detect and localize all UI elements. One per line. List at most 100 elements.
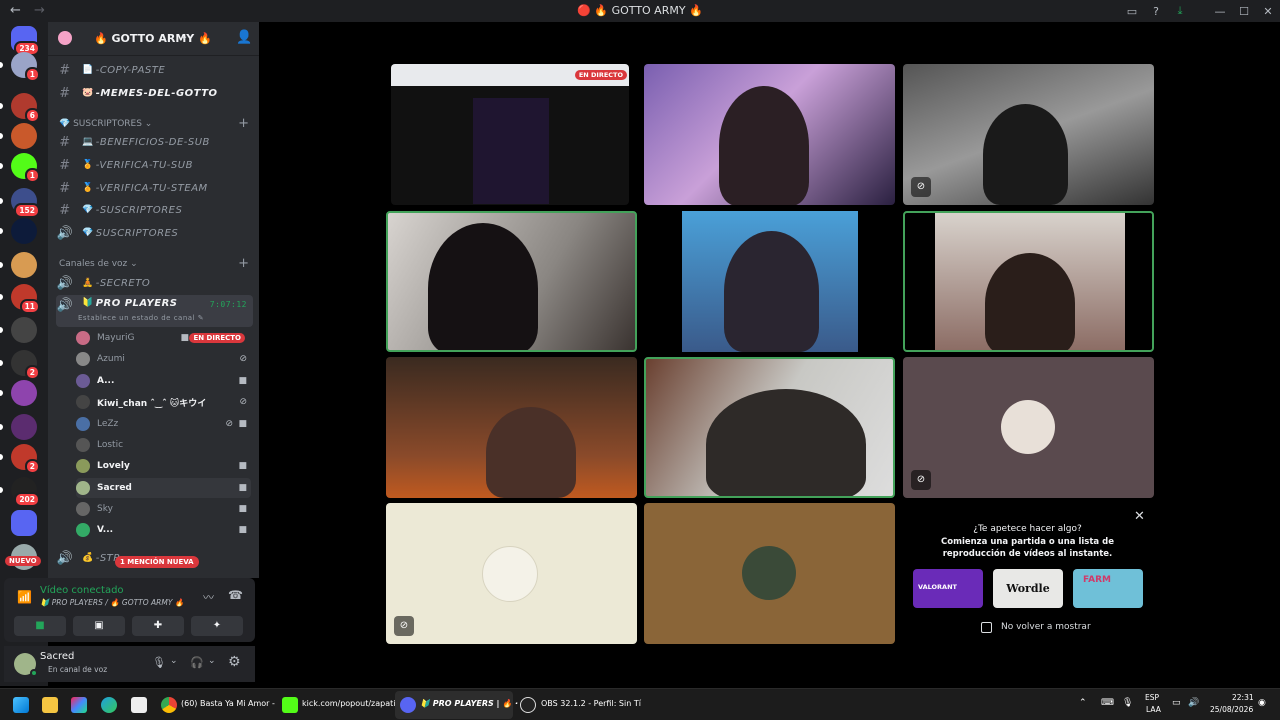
channel-subs-1[interactable]: # 🏅 -VERIFICA-TU-SUB [56,155,253,175]
activities-button[interactable]: ✚ [132,616,184,636]
signal-icon[interactable]: 📶 [17,590,32,604]
add-channel-icon[interactable]: + [238,256,249,271]
discord-icon[interactable] [400,697,416,713]
volume-icon[interactable]: 🔊 [1188,698,1199,708]
category-voice[interactable]: Canales de voz ⌄ + [59,256,249,271]
language-region[interactable]: LAA [1146,705,1161,714]
server-icon-server-folder[interactable] [11,510,37,536]
video-tile-avatar-2[interactable]: ⊘ [386,503,637,644]
clock-date[interactable]: 25/08/2026 [1210,705,1253,714]
voice-member[interactable]: A... ■ [76,371,251,391]
video-tile-3[interactable]: ⊘ [903,64,1154,205]
kick-icon[interactable] [282,697,298,713]
noise-suppression-icon[interactable]: 〰 [203,589,214,605]
channel-subs-0[interactable]: # 💻 -BENEFICIOS-DE-SUB [56,132,253,152]
help-icon[interactable]: ? [1144,5,1168,18]
server-icon-server-8[interactable] [11,252,37,278]
channel-memes[interactable]: # 🐷 -MEMES-DEL-GOTTO [56,83,253,103]
video-stage: EN DIRECTO ⊘ ⊘ ⊘ ✕ ¿Te apetece hacer alg… [259,22,1280,686]
inbox-icon[interactable]: ▭ [1120,5,1144,18]
voice-member[interactable]: MayuriG EN DIRECTO ■ [76,328,251,348]
new-label[interactable]: NUEVO [5,556,41,566]
chevron-down-icon[interactable]: ⌄ [208,656,216,666]
minimize-button[interactable]: — [1208,5,1232,18]
unread-pill [0,360,3,366]
hashtag-icon: # [59,62,71,78]
download-icon[interactable]: ⤓ [1168,4,1192,18]
category-suscriptores[interactable]: 💎 SUSCRIPTORES ⌄ + [59,116,249,131]
file-explorer-icon[interactable] [42,697,58,713]
close-button[interactable]: ✕ [1256,5,1280,18]
channel-copy-paste[interactable]: # 📄 -COPY-PASTE [56,60,253,80]
gear-icon[interactable]: ⚙ [228,654,241,670]
server-icon-server-10[interactable] [11,317,37,343]
voice-member[interactable]: Sky ■ [76,499,251,519]
server-icon-server-4[interactable] [11,123,37,149]
guild-header[interactable]: 🔥 GOTTO ARMY 🔥 ⌄ 👤 [48,22,259,56]
edge-icon[interactable] [101,697,117,713]
video-tile-6[interactable] [903,211,1154,352]
chrome-task-label[interactable]: (60) Basta Ya Mi Amor - [181,699,275,708]
voice-member[interactable]: V... ■ [76,520,251,540]
voice-member[interactable]: Kiwi_chan ˆ‿ˆ 🐱キウイ ⊘ [76,392,251,412]
game-card-farm[interactable]: FARM [1073,569,1143,608]
game-card-valorant[interactable]: VALORANT [913,569,983,608]
screen-share-button[interactable]: ▣ [73,616,125,636]
soundboard-button[interactable]: ✦ [191,616,243,636]
maximize-button[interactable]: ☐ [1232,5,1256,18]
voice-member[interactable]: Lostic [76,435,251,455]
voice-location[interactable]: 🔰 PRO PLAYERS / 🔥 GOTTO ARMY 🔥 [40,598,184,607]
voice-member[interactable]: Azumi ⊘ [76,349,251,369]
dont-show-label[interactable]: No volver a mostrar [1001,622,1091,632]
channel-subs-2[interactable]: # 🏅 -VERIFICA-TU-STEAM [56,178,253,198]
tray-chevron-icon[interactable]: ⌃ [1079,698,1087,708]
dont-show-checkbox[interactable] [981,622,992,633]
server-icon-server-kt[interactable] [11,218,37,244]
channel-subs-3[interactable]: # 💎 -SUSCRIPTORES [56,200,253,220]
kick-task-label[interactable]: kick.com/popout/zapati [302,699,396,708]
windows-start-icon[interactable] [13,697,29,713]
server-icon-server-13[interactable] [11,414,37,440]
clock-time[interactable]: 22:31 [1232,693,1254,702]
chevron-down-icon[interactable]: ⌄ [170,656,178,666]
chrome-icon[interactable] [161,697,177,713]
speaker-icon: 🔊 [56,550,74,566]
voice-member[interactable]: LeZz ⊘ ■ [76,414,251,434]
invite-user-icon[interactable]: 👤 [236,30,252,45]
discord-task-label[interactable]: 🔰 PRO PLAYERS | 🔥 · [420,699,518,708]
copilot-icon[interactable] [71,697,87,713]
notification-icon[interactable]: ◉ [1258,698,1266,708]
voice-status[interactable]: Vídeo conectado [40,585,124,596]
video-tile-2[interactable] [644,64,895,205]
microphone-icon[interactable]: 🎙 [152,656,166,669]
video-tile-8[interactable] [644,357,895,498]
video-tile-5[interactable] [644,211,895,352]
obs-icon[interactable] [520,697,536,713]
new-mention-badge[interactable]: 1 MENCIÓN NUEVA [115,556,199,568]
server-icon-server-12[interactable] [11,380,37,406]
video-tile-4[interactable] [386,211,637,352]
video-tile-stream[interactable]: EN DIRECTO [391,64,629,205]
language-code[interactable]: ESP [1145,693,1159,702]
store-icon[interactable] [131,697,147,713]
obs-task-label[interactable]: OBS 32.1.2 - Perfil: Sin Tí [541,699,641,708]
channel-subs-4[interactable]: 🔊 💎 SUSCRIPTORES [56,223,253,243]
headphones-icon[interactable]: 🎧 [190,656,204,669]
network-icon[interactable]: ▭ [1172,698,1181,708]
voice-member[interactable]: Sacred ■ [76,478,251,498]
add-channel-icon[interactable]: + [238,116,249,131]
video-tile-7[interactable] [386,357,637,498]
game-card-wordle[interactable]: Wordle [993,569,1063,608]
microphone-tray-icon[interactable]: 🎙 [1122,698,1133,708]
voice-member[interactable]: Lovely ■ [76,456,251,476]
channel-status-prompt[interactable]: Establece un estado de canal ✎ [78,314,204,322]
video-tile-avatar-1[interactable]: ⊘ [903,357,1154,498]
camera-button[interactable]: ■ [14,616,66,636]
voice-channel-pro-players[interactable]: 🔊 🔰 PRO PLAYERS 7:07:12 Establece un estado … [56,295,253,327]
username[interactable]: Sacred [40,651,74,662]
keyboard-icon[interactable]: ⌨ [1101,698,1114,708]
disconnect-icon[interactable]: ☎ [228,588,243,602]
voice-channel-secreto[interactable]: 🔊 🧘 -SECRETO [56,273,253,293]
close-icon[interactable]: ✕ [1134,509,1145,524]
video-tile-avatar-3[interactable] [644,503,895,644]
